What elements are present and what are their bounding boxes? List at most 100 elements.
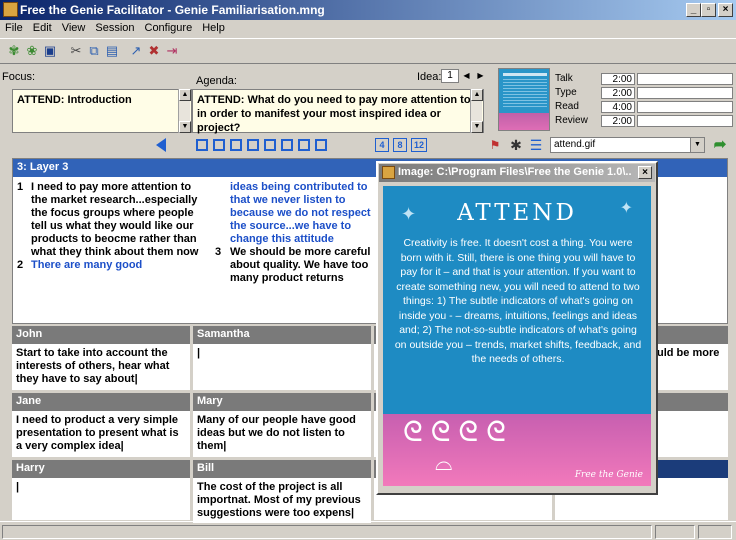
participant-name: John [12, 326, 190, 344]
participant-text[interactable]: I need to product a very simple presenta… [12, 411, 190, 456]
participant-text[interactable]: Start to take into account the interests… [12, 344, 190, 389]
card-footer: ᘓᘓᘓᘓ ⌓ Free the Genie [383, 414, 651, 486]
settings-gear-icon[interactable]: ✱ [508, 137, 524, 153]
layout-1-icon[interactable] [196, 139, 208, 151]
card-thumbnail[interactable] [498, 68, 550, 131]
idea-label: Idea: [417, 71, 442, 83]
status-pane-2 [655, 525, 695, 539]
timer-progress-review [637, 115, 733, 127]
grid-12-button[interactable]: 12 [411, 138, 427, 152]
menu-view[interactable]: View [57, 20, 91, 36]
participant-panel-bill[interactable]: Bill The cost of the project is all impo… [193, 460, 371, 523]
grid-4-button[interactable]: 4 [375, 138, 389, 152]
card-text: Creativity is free. It doesn't cost a th… [394, 237, 642, 365]
close-button[interactable]: × [718, 3, 733, 17]
copy-icon[interactable]: ⧉ [86, 43, 102, 59]
participant-name: Jane [12, 393, 190, 411]
layout-8-icon[interactable] [315, 139, 327, 151]
menu-configure[interactable]: Configure [140, 20, 198, 36]
brand-logo: Free the Genie [574, 470, 643, 480]
new-session-icon[interactable]: ✾ [6, 43, 22, 59]
next-idea-icon[interactable]: ▶ [475, 69, 486, 83]
layer-column-2[interactable]: ideas being contributed to that we never… [215, 181, 383, 285]
participant-text[interactable]: Many of our people have good ideas but w… [193, 411, 371, 456]
image-select[interactable]: attend.gif ▼ [550, 137, 705, 153]
agenda-field[interactable]: ATTEND: What do you need to pay more att… [192, 89, 484, 134]
timer-value-type[interactable]: 2:00 [601, 87, 635, 99]
menu-help[interactable]: Help [197, 20, 230, 36]
layer-item-number: 2 [17, 259, 24, 271]
status-bar [0, 521, 736, 540]
shuffle-icon[interactable]: ✖ [146, 43, 162, 59]
image-window-title-bar[interactable]: Image: C:\Program Files\Free the Genie 1… [379, 164, 655, 182]
scroll-down-icon[interactable]: ▼ [471, 121, 483, 133]
timer-progress-talk [637, 73, 733, 85]
participant-name: Samantha [193, 326, 371, 344]
prev-idea-icon[interactable]: ◀ [461, 69, 472, 83]
layer-item-number: 3 [215, 246, 222, 258]
timer-value-read[interactable]: 4:00 [601, 101, 635, 113]
chevron-down-icon[interactable]: ▼ [690, 138, 704, 152]
layout-4-icon[interactable] [247, 139, 259, 151]
save-icon[interactable]: ▣ [42, 43, 58, 59]
layer-title: 3: Layer 3 [17, 161, 69, 173]
menu-file[interactable]: File [0, 20, 28, 36]
participant-text[interactable]: The cost of the project is all importnat… [193, 478, 371, 523]
agenda-text: ATTEND: What do you need to pay more att… [197, 94, 471, 134]
participant-name: Mary [193, 393, 371, 411]
menu-session[interactable]: Session [90, 20, 139, 36]
participant-panel-john[interactable]: John Start to take into account the inte… [12, 326, 190, 390]
list-icon[interactable]: ☰ [528, 137, 544, 153]
arrow-icon[interactable]: ↗ [128, 43, 144, 59]
layout-5-icon[interactable] [264, 139, 276, 151]
toolbar: ✾ ❀ ▣ ✂ ⧉ ▤ ↗ ✖ ⇥ [0, 38, 736, 64]
layout-7-icon[interactable] [298, 139, 310, 151]
layout-3-icon[interactable] [230, 139, 242, 151]
app-icon [3, 2, 18, 17]
image-window-title: Image: C:\Program Files\Free the Genie 1… [398, 166, 632, 178]
image-select-value: attend.gif [554, 139, 596, 150]
timer-row-read: Read [555, 101, 579, 113]
idea-number-field[interactable]: 1 [441, 69, 459, 83]
scroll-up-icon[interactable]: ▲ [179, 89, 191, 101]
genie-icon [382, 166, 395, 179]
timer-progress-type [637, 87, 733, 99]
scroll-down-icon[interactable]: ▼ [179, 121, 191, 133]
scroll-up-icon[interactable]: ▲ [471, 89, 483, 101]
export-icon[interactable]: ⇥ [164, 43, 180, 59]
participant-panel-mary[interactable]: Mary Many of our people have good ideas … [193, 393, 371, 457]
image-window[interactable]: Image: C:\Program Files\Free the Genie 1… [376, 161, 658, 495]
participant-panel-harry[interactable]: Harry | [12, 460, 190, 520]
minimize-button[interactable]: _ [686, 3, 701, 17]
timer-row-talk: Talk [555, 73, 573, 85]
participant-panel-samantha[interactable]: Samantha | [193, 326, 371, 390]
agenda-scrollbar[interactable]: ▲ ▼ [470, 89, 483, 133]
open-icon[interactable]: ❀ [24, 43, 40, 59]
genie-lamp-icon: ⌓ [435, 450, 453, 475]
participant-name: Bill [193, 460, 371, 478]
focus-field[interactable]: ATTEND: Introduction [12, 89, 192, 133]
focus-label: Focus: [2, 71, 36, 83]
cut-icon[interactable]: ✂ [68, 43, 84, 59]
flag-icon[interactable]: ⚑ [488, 138, 502, 152]
participant-text[interactable]: | [193, 344, 371, 363]
grid-8-button[interactable]: 8 [393, 138, 407, 152]
layout-selector-group [196, 139, 336, 153]
participant-text[interactable]: | [12, 478, 190, 497]
menu-edit[interactable]: Edit [28, 20, 57, 36]
maximize-button[interactable]: ▫ [701, 3, 716, 17]
back-arrow-icon[interactable] [156, 138, 166, 152]
timer-value-review[interactable]: 2:00 [601, 115, 635, 127]
thumb-title-line [503, 73, 547, 76]
status-pane-3 [698, 525, 732, 539]
go-arrow-icon[interactable]: ➦ [711, 136, 729, 154]
layout-2-icon[interactable] [213, 139, 225, 151]
close-icon[interactable]: × [638, 166, 652, 179]
participant-panel-jane[interactable]: Jane I need to product a very simple pre… [12, 393, 190, 457]
focus-scrollbar[interactable]: ▲ ▼ [178, 89, 191, 133]
layer-column-1[interactable]: 1 I need to pay more attention to the ma… [17, 181, 207, 272]
paste-icon[interactable]: ▤ [104, 43, 120, 59]
layout-6-icon[interactable] [281, 139, 293, 151]
timer-value-talk[interactable]: 2:00 [601, 73, 635, 85]
thumb-footer [499, 113, 549, 130]
